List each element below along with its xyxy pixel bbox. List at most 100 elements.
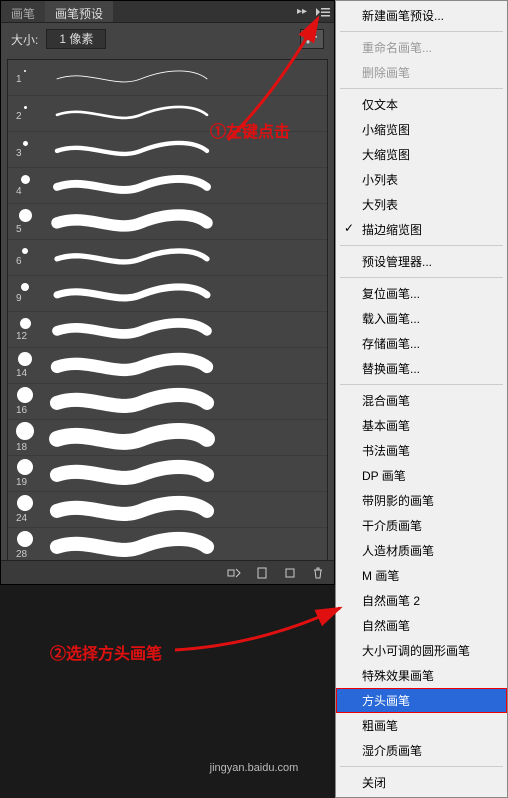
brush-stroke-preview: [42, 423, 321, 453]
brush-size-dot: [24, 106, 27, 109]
brush-row[interactable]: 14: [8, 348, 327, 384]
brush-size-dot: [21, 283, 29, 291]
brush-row[interactable]: 4: [8, 168, 327, 204]
menu-calligraphic-brushes[interactable]: 书法画笔: [336, 438, 507, 463]
menu-natural-brushes[interactable]: 自然画笔: [336, 613, 507, 638]
brush-size-number: 19: [16, 477, 34, 488]
menu-save-brushes[interactable]: 存储画笔...: [336, 331, 507, 356]
brush-size-number: 2: [16, 111, 34, 122]
brush-size-dot: [19, 209, 32, 222]
menu-dry-media-brushes[interactable]: 干介质画笔: [336, 513, 507, 538]
brush-stroke-preview: [42, 135, 321, 165]
menu-special-effect-brushes[interactable]: 特殊效果画笔: [336, 663, 507, 688]
menu-m-brushes[interactable]: M 画笔: [336, 563, 507, 588]
brush-list[interactable]: 123456912141618192428: [7, 59, 328, 560]
brush-stroke-preview: [42, 531, 321, 561]
menu-load-brushes[interactable]: 载入画笔...: [336, 306, 507, 331]
brush-size-dot: [22, 248, 28, 254]
brush-size-number: 28: [16, 549, 34, 560]
menu-small-thumb[interactable]: 小缩览图: [336, 117, 507, 142]
brush-stroke-preview: [42, 99, 321, 129]
brush-stroke-preview: [42, 459, 321, 489]
brush-size-dot: [21, 175, 30, 184]
tab-brush-presets[interactable]: 画笔预设: [45, 1, 113, 22]
brush-row[interactable]: 6: [8, 240, 327, 276]
brush-size-dot: [16, 422, 34, 440]
brush-stroke-preview: [42, 279, 321, 309]
brush-stroke-preview: [42, 351, 321, 381]
menu-replace-brushes[interactable]: 替换画笔...: [336, 356, 507, 381]
brush-size-dot: [17, 495, 33, 511]
brush-stroke-preview: [42, 495, 321, 525]
tablet-pressure-button[interactable]: [300, 29, 324, 49]
tab-brush[interactable]: 画笔: [1, 1, 45, 22]
size-input[interactable]: 1 像素: [46, 29, 106, 49]
size-label: 大小:: [11, 31, 38, 48]
menu-wet-media-brushes[interactable]: 湿介质画笔: [336, 738, 507, 763]
brush-stroke-preview: [42, 387, 321, 417]
menu-close[interactable]: 关闭: [336, 770, 507, 795]
brush-size-dot: [17, 459, 33, 475]
menu-basic-brushes[interactable]: 基本画笔: [336, 413, 507, 438]
brush-size-number: 4: [16, 186, 34, 197]
brush-row[interactable]: 9: [8, 276, 327, 312]
menu-natural-brushes-2[interactable]: 自然画笔 2: [336, 588, 507, 613]
brush-size-number: 18: [16, 442, 34, 453]
brush-stroke-preview: [42, 171, 321, 201]
menu-large-list[interactable]: 大列表: [336, 192, 507, 217]
annotation-arrow-2: [170, 600, 350, 660]
panel-menu-button[interactable]: [312, 1, 334, 22]
menu-square-brushes[interactable]: 方头画笔: [336, 688, 507, 713]
trash-icon[interactable]: [310, 565, 326, 581]
menu-faux-finish-brushes[interactable]: 人造材质画笔: [336, 538, 507, 563]
brush-size-number: 16: [16, 405, 34, 416]
brush-size-number: 12: [16, 331, 34, 342]
brush-row[interactable]: 19: [8, 456, 327, 492]
menu-rename-brush: 重命名画笔...: [336, 35, 507, 60]
menu-round-brushes[interactable]: 大小可调的圆形画笔: [336, 638, 507, 663]
menu-thick-heavy-brushes[interactable]: 粗画笔: [336, 713, 507, 738]
doc-icon[interactable]: [254, 565, 270, 581]
brush-row[interactable]: 18: [8, 420, 327, 456]
brush-row[interactable]: 28: [8, 528, 327, 560]
panel-tabs: 画笔 画笔预设 ▸▸: [1, 1, 334, 23]
menu-new-preset[interactable]: 新建画笔预设...: [336, 3, 507, 28]
brush-size-dot: [18, 352, 32, 366]
brush-size-number: 6: [16, 256, 34, 267]
brush-size-number: 24: [16, 513, 34, 524]
brush-row[interactable]: 12: [8, 312, 327, 348]
brush-row[interactable]: 24: [8, 492, 327, 528]
brush-row[interactable]: 5: [8, 204, 327, 240]
brush-stroke-preview: [42, 63, 321, 93]
annotation-text-2: ②选择方头画笔: [50, 640, 162, 664]
brush-size-number: 5: [16, 224, 34, 235]
menu-assorted-brushes[interactable]: 混合画笔: [336, 388, 507, 413]
menu-delete-brush: 删除画笔: [336, 60, 507, 85]
brush-size-dot: [17, 387, 33, 403]
brush-size-number: 9: [16, 293, 34, 304]
panel-flyout-menu: 新建画笔预设... 重命名画笔... 删除画笔 仅文本 小缩览图 大缩览图 小列…: [335, 0, 508, 798]
menu-text-only[interactable]: 仅文本: [336, 92, 507, 117]
brush-stroke-preview: [42, 207, 321, 237]
menu-large-thumb[interactable]: 大缩览图: [336, 142, 507, 167]
live-tip-preview-icon[interactable]: [226, 565, 242, 581]
brush-row[interactable]: 2: [8, 96, 327, 132]
brush-size-number: 1: [16, 74, 34, 85]
new-brush-icon[interactable]: [282, 565, 298, 581]
brush-row[interactable]: 1: [8, 60, 327, 96]
brush-size-dot: [17, 531, 33, 547]
collapse-panel-icon[interactable]: ▸▸: [292, 1, 312, 22]
brush-row[interactable]: 3: [8, 132, 327, 168]
brush-size-dot: [23, 141, 28, 146]
menu-stroke-thumb[interactable]: 描边缩览图: [336, 217, 507, 242]
menu-drop-shadow-brushes[interactable]: 带阴影的画笔: [336, 488, 507, 513]
brush-stroke-preview: [42, 243, 321, 273]
panel-toolbar: [1, 560, 334, 584]
menu-reset-brushes[interactable]: 复位画笔...: [336, 281, 507, 306]
menu-small-list[interactable]: 小列表: [336, 167, 507, 192]
menu-preset-manager[interactable]: 预设管理器...: [336, 249, 507, 274]
brush-size-dot: [20, 318, 31, 329]
menu-dp-brushes[interactable]: DP 画笔: [336, 463, 507, 488]
brush-row[interactable]: 16: [8, 384, 327, 420]
size-row: 大小: 1 像素: [1, 23, 334, 55]
